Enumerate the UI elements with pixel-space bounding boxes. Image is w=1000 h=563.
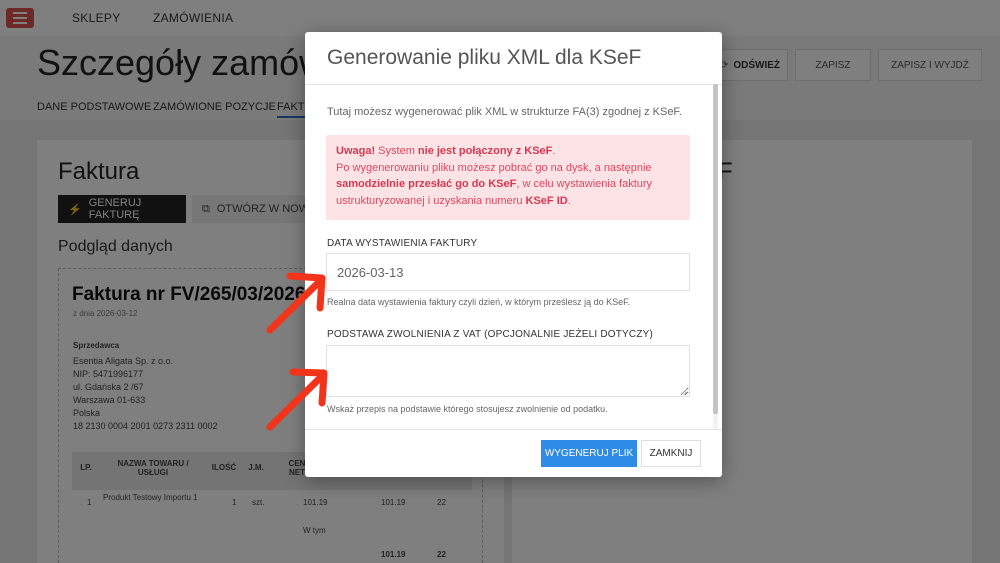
alert-text: System <box>375 145 418 157</box>
alert-emphasis: samodzielnie przesłać go do KSeF <box>336 178 517 190</box>
alert-text: Po wygenerowaniu pliku możesz pobrać go … <box>336 161 652 174</box>
close-button[interactable]: ZAMKNIJ <box>641 440 701 467</box>
alert-text: . <box>567 194 571 207</box>
vat-exemption-label: PODSTAWA ZWOLNIENIA Z VAT (OPCJONALNIE J… <box>327 329 654 340</box>
alert-text: . <box>552 145 556 157</box>
modal-header-divider <box>305 84 722 85</box>
alert-emphasis: KSeF ID <box>525 194 568 207</box>
resize-grip-icon[interactable] <box>680 388 688 396</box>
alert-emphasis: nie jest połączony z KSeF <box>417 145 553 157</box>
invoice-date-label: DATA WYSTAWIENIA FAKTURY <box>327 238 478 249</box>
invoice-date-help: Realna data wystawienia faktury czyli dz… <box>327 297 631 307</box>
modal-intro: Tutaj możesz wygenerować plik XML w stru… <box>327 106 682 118</box>
warning-alert: Uwaga! System nie jest połączony z KSeF.… <box>326 135 690 220</box>
vat-exemption-help: Wskaż przepis na podstawie którego stosu… <box>327 404 608 414</box>
alert-text: , w celu wystawienia faktury <box>516 178 653 190</box>
modal-scrollbar-thumb[interactable] <box>713 84 718 414</box>
modal-title: Generowanie pliku XML dla KSeF <box>327 46 642 69</box>
alert-text: ustrukturyzowanej i uzyskania numeru <box>336 194 526 207</box>
alert-warning-word: Uwaga! <box>336 145 376 157</box>
vat-exemption-textarea[interactable] <box>326 345 690 397</box>
ksef-xml-modal: Generowanie pliku XML dla KSeF Tutaj moż… <box>305 32 722 477</box>
invoice-date-input[interactable] <box>326 253 690 291</box>
generate-file-button[interactable]: WYGENERUJ PLIK <box>541 440 637 467</box>
modal-footer-divider <box>305 429 722 430</box>
